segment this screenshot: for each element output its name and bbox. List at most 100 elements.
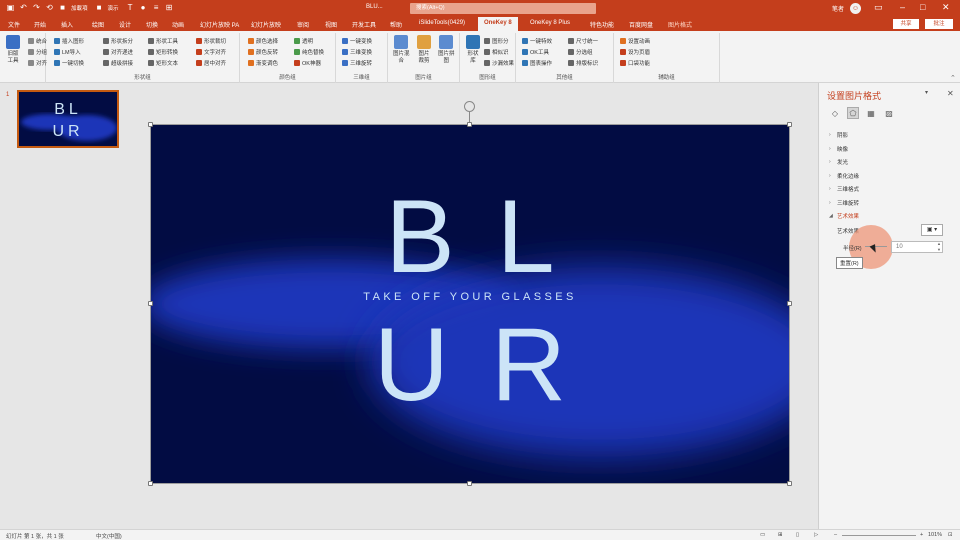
ribbon-item[interactable]: 居中对齐 (196, 59, 226, 67)
resize-handle-e[interactable] (787, 301, 792, 306)
ribbon-item[interactable]: 三维旋转 (342, 59, 372, 67)
ribbon-item[interactable]: 口袋功能 (620, 59, 650, 67)
picture-icon[interactable]: ▨ (883, 107, 895, 119)
effects-icon[interactable]: ⬠ (847, 107, 859, 119)
ribbon-item[interactable]: 图表操作 (522, 59, 552, 67)
ribbon-big-button[interactable]: 旧版 工具 (6, 35, 20, 65)
pane-section[interactable]: › 阴影 (829, 131, 848, 139)
tab-1[interactable]: 开始 (34, 20, 46, 29)
tab-10[interactable]: 视图 (325, 20, 337, 29)
undo-icon[interactable]: ↶ (19, 3, 28, 12)
resize-handle-se[interactable] (787, 481, 792, 486)
ribbon-item[interactable]: 一键特效 (522, 37, 552, 45)
checkbox-icon[interactable]: ■ (95, 3, 104, 12)
slideshow-icon[interactable]: ▷ (814, 532, 818, 538)
ribbon-item[interactable]: 分选组 (568, 48, 593, 56)
sorter-view-icon[interactable]: ⊞ (778, 532, 783, 538)
tab-18[interactable]: 图片格式 (668, 20, 692, 29)
user-name[interactable]: 笔者 (832, 4, 844, 13)
tab-9[interactable]: 审阅 (297, 20, 309, 29)
pane-section[interactable]: › 三维旋转 (829, 199, 859, 207)
ribbon-item[interactable]: 颜色反转 (248, 48, 278, 56)
rotate-handle[interactable] (464, 101, 475, 112)
ribbon-item[interactable]: 颜色选择 (248, 37, 278, 45)
spin-down-icon[interactable]: ▼ (937, 247, 941, 252)
pane-section[interactable]: › 映像 (829, 145, 848, 153)
ribbon-item[interactable]: 一键切换 (54, 59, 84, 67)
pane-section[interactable]: › 三维格式 (829, 185, 859, 193)
tab-12[interactable]: 帮助 (390, 20, 402, 29)
ribbon-item[interactable]: 沙漏效果 (484, 59, 514, 67)
avatar[interactable]: ☺ (850, 3, 861, 14)
tab-5[interactable]: 切换 (146, 20, 158, 29)
ribbon-big-button[interactable]: 图片拼 图 (438, 35, 455, 65)
tab-14[interactable]: OneKey 8 (478, 17, 518, 31)
radius-input[interactable]: 10 (891, 241, 943, 253)
ribbon-item[interactable]: 形状裁切 (196, 37, 226, 45)
pane-section[interactable]: › 发光 (829, 158, 848, 166)
ribbon-item[interactable]: LM导入 (54, 48, 81, 56)
ribbon-item[interactable]: 纯色替换 (294, 48, 324, 56)
qat-label-addins[interactable]: 加載項 (71, 4, 88, 12)
zoom-in-icon[interactable]: + (920, 532, 923, 538)
zoom-out-icon[interactable]: – (834, 532, 837, 538)
normal-view-icon[interactable]: ▭ (760, 532, 765, 538)
ribbon-item[interactable]: 形状工具 (148, 37, 178, 45)
resize-handle-w[interactable] (148, 301, 153, 306)
ribbon-item[interactable]: 矩形转换 (148, 48, 178, 56)
fit-slide-icon[interactable]: ⊡ (948, 532, 953, 538)
ribbon-display-icon[interactable]: ▭ (874, 2, 883, 13)
art-effect-dropdown[interactable]: ▣ ▾ (921, 224, 943, 236)
tab-16[interactable]: 特色功能 (590, 20, 614, 29)
ribbon-item[interactable]: 文字对齐 (196, 48, 226, 56)
tab-3[interactable]: 绘图 (92, 20, 104, 29)
ribbon-item[interactable]: 设为页眉 (620, 48, 650, 56)
tab-4[interactable]: 设计 (119, 20, 131, 29)
slide-thumbnail[interactable]: BL UR (17, 90, 119, 148)
language[interactable]: 中文(中国) (96, 532, 122, 540)
ribbon-item[interactable]: 尺寸统一 (568, 37, 598, 45)
resize-handle-sw[interactable] (148, 481, 153, 486)
maximize-icon[interactable]: □ (920, 2, 925, 12)
tab-6[interactable]: 动画 (172, 20, 184, 29)
tab-15[interactable]: OneKey 8 Plus (530, 20, 570, 26)
ribbon-item[interactable]: 透明 (294, 37, 313, 45)
resize-handle-ne[interactable] (787, 122, 792, 127)
ribbon-item[interactable]: OK工具 (522, 48, 549, 56)
close-icon[interactable]: ✕ (947, 89, 954, 98)
ribbon-item[interactable]: 设置动画 (620, 37, 650, 45)
ribbon-big-button[interactable]: 形状 库 (466, 35, 480, 65)
ribbon-item[interactable]: 渐变调色 (248, 59, 278, 67)
ribbon-item[interactable]: 形状拆分 (103, 37, 133, 45)
ribbon-item[interactable]: 图形分 (484, 37, 509, 45)
pane-section[interactable]: › 柔化边缘 (829, 172, 859, 180)
grid-icon[interactable]: ⊞ (165, 3, 174, 12)
spin-up-icon[interactable]: ▲ (937, 241, 941, 246)
tab-13[interactable]: iSlideTools(0429) (419, 20, 465, 26)
ribbon-item[interactable]: 矩形文本 (148, 59, 178, 67)
resize-handle-nw[interactable] (148, 122, 153, 127)
ribbon-item[interactable]: 对齐递进 (103, 48, 133, 56)
share-button[interactable]: 共享 (893, 19, 919, 29)
zoom-slider[interactable] (842, 535, 916, 536)
save-icon[interactable]: ▣ (6, 3, 15, 12)
tab-2[interactable]: 插入 (61, 20, 73, 29)
repeat-icon[interactable]: ⟲ (45, 3, 54, 12)
zoom-level[interactable]: 101% (928, 532, 942, 538)
ribbon-item[interactable]: 对齐 (28, 59, 47, 67)
search-input[interactable]: 搜索(Alt+Q) (410, 3, 596, 14)
resize-handle-s[interactable] (467, 481, 472, 486)
ribbon-big-button[interactable]: 图片 裁剪 (417, 35, 431, 65)
ribbon-item[interactable]: 相似识 (484, 48, 509, 56)
resize-handle-n[interactable] (467, 122, 472, 127)
tab-17[interactable]: 百度网盘 (629, 20, 653, 29)
ribbon-item[interactable]: 三维变换 (342, 48, 372, 56)
ribbon-item[interactable]: 排版标识 (568, 59, 598, 67)
slide-canvas[interactable]: BL TAKE OFF YOUR GLASSES UR (150, 124, 790, 484)
text-icon[interactable]: T (126, 3, 135, 12)
reading-view-icon[interactable]: ▯ (796, 532, 799, 538)
tab-11[interactable]: 开发工具 (352, 20, 376, 29)
size-icon[interactable]: ▦ (865, 107, 877, 119)
ribbon-big-button[interactable]: 图片混 合 (393, 35, 410, 65)
minimize-icon[interactable]: – (900, 2, 905, 12)
